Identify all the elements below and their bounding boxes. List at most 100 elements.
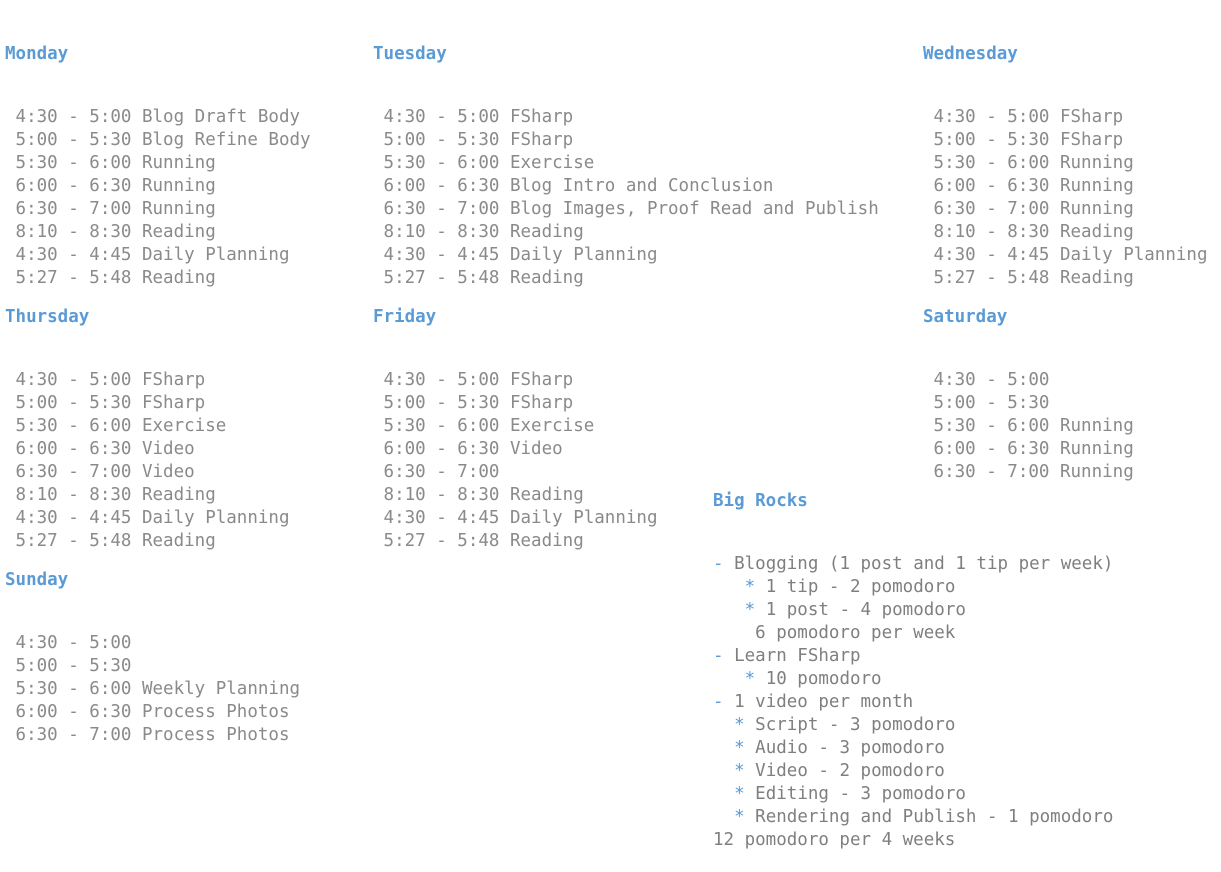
entry-time: 5:00 - 5:30: [5, 656, 132, 676]
entry-task: Daily Planning: [509, 508, 658, 528]
day-tuesday: Tuesday 4:30 - 5:00 FSharp 5:00 - 5:30 F…: [373, 3, 879, 310]
schedule-entry: 4:30 - 5:00 FSharp: [923, 106, 1208, 129]
entry-task: Reading: [509, 531, 584, 551]
entry-task: FSharp: [509, 130, 574, 150]
bullet-marker: *: [744, 577, 756, 597]
entry-time: 4:30 - 4:45: [923, 245, 1050, 265]
day-heading: Thursday: [5, 307, 90, 327]
bullet-marker: *: [744, 600, 756, 620]
schedule-entry: 5:27 - 5:48 Reading: [373, 530, 658, 553]
entry-task: Blog Draft Body: [141, 107, 301, 127]
entry-time: 6:30 - 7:00: [5, 462, 132, 482]
big-rocks-line: * Video - 2 pomodoro: [713, 760, 1113, 783]
entry-task: Reading: [509, 485, 584, 505]
entry-time: 6:30 - 7:00: [5, 199, 132, 219]
schedule-entry: 6:00 - 6:30 Video: [373, 438, 658, 461]
big-rocks-line: * Script - 3 pomodoro: [713, 714, 1113, 737]
schedule-entry: 8:10 - 8:30 Reading: [373, 221, 879, 244]
big-rocks-line: - 1 video per month: [713, 691, 1113, 714]
schedule-list: 4:30 - 5:00 FSharp 5:00 - 5:30 FSharp 5:…: [373, 106, 879, 290]
entry-task: Video: [141, 439, 195, 459]
entry-task: FSharp: [509, 393, 574, 413]
entry-time: 5:30 - 6:00: [5, 679, 132, 699]
big-rocks-line: - Blogging (1 post and 1 tip per week): [713, 553, 1113, 576]
day-heading: Sunday: [5, 570, 69, 590]
schedule-list: 4:30 - 5:00 Blog Draft Body 5:00 - 5:30 …: [5, 106, 311, 290]
entry-task: Blog Refine Body: [141, 130, 311, 150]
schedule-list: 4:30 - 5:00 FSharp 5:00 - 5:30 FSharp 5:…: [373, 369, 658, 553]
entry-time: 6:00 - 6:30: [5, 702, 132, 722]
big-rocks-line: * 1 post - 4 pomodoro: [713, 599, 1113, 622]
schedule-entry: 6:30 - 7:00 Running: [5, 198, 311, 221]
big-rocks-heading: Big Rocks: [713, 491, 808, 511]
bullet-marker: *: [744, 669, 756, 689]
big-rocks-line: 6 pomodoro per week: [713, 622, 1113, 645]
schedule-entry: 5:00 - 5:30 FSharp: [923, 129, 1208, 152]
schedule-entry: 6:30 - 7:00 Process Photos: [5, 724, 300, 747]
entry-time: 5:27 - 5:48: [373, 531, 500, 551]
line-text: Editing - 3 pomodoro: [755, 784, 966, 804]
big-rocks-line: * Rendering and Publish - 1 pomodoro: [713, 806, 1113, 829]
line-text: Video - 2 pomodoro: [755, 761, 945, 781]
line-text: 1 video per month: [734, 692, 914, 712]
entry-task: Running: [141, 153, 216, 173]
schedule-entry: 5:00 - 5:30 FSharp: [373, 129, 879, 152]
schedule-list: 4:30 - 5:00 5:00 - 5:30 5:30 - 6:00 Week…: [5, 632, 301, 747]
entry-task: Reading: [141, 222, 216, 242]
day-heading: Saturday: [923, 307, 1008, 327]
bullet-marker: *: [734, 715, 745, 735]
big-rocks-line: * Audio - 3 pomodoro: [713, 737, 1113, 760]
big-rocks-line: * 1 tip - 2 pomodoro: [713, 576, 1113, 599]
schedule-entry: 6:00 - 6:30 Running: [923, 175, 1208, 198]
entry-time: 5:00 - 5:30: [5, 130, 132, 150]
entry-task: FSharp: [1059, 130, 1124, 150]
schedule-entry: 8:10 - 8:30 Reading: [373, 484, 658, 507]
entry-time: 6:30 - 7:00: [373, 199, 500, 219]
line-text: Audio - 3 pomodoro: [755, 738, 945, 758]
bullet-marker: *: [734, 738, 745, 758]
schedule-entry: 6:30 - 7:00 Blog Images, Proof Read and …: [373, 198, 879, 221]
schedule-entry: 5:00 - 5:30: [923, 392, 1134, 415]
line-text: 6 pomodoro per week: [744, 623, 956, 643]
entry-time: 6:00 - 6:30: [373, 439, 500, 459]
entry-task: Blog Intro and Conclusion: [509, 176, 774, 196]
schedule-entry: 4:30 - 5:00 FSharp: [5, 369, 290, 392]
schedule-entry: 5:30 - 6:00 Running: [5, 152, 311, 175]
schedule-entry: 4:30 - 5:00: [5, 632, 300, 655]
entry-task: FSharp: [141, 370, 206, 390]
entry-task: Exercise: [509, 153, 595, 173]
entry-task: Exercise: [509, 416, 595, 436]
entry-time: 4:30 - 5:00: [5, 107, 132, 127]
entry-time: 5:00 - 5:30: [5, 393, 132, 413]
day-thursday: Thursday 4:30 - 5:00 FSharp 5:00 - 5:30 …: [5, 266, 290, 573]
entry-task: Daily Planning: [1059, 245, 1208, 265]
entry-task: Reading: [1059, 222, 1134, 242]
schedule-entry: 4:30 - 5:00 FSharp: [373, 106, 879, 129]
entry-task: Weekly Planning: [141, 679, 301, 699]
entry-task: Running: [1059, 199, 1134, 219]
line-text: 10 pomodoro: [765, 669, 882, 689]
schedule-entry: 8:10 - 8:30 Reading: [923, 221, 1208, 244]
entry-time: 4:30 - 5:00: [373, 370, 500, 390]
entry-task: Daily Planning: [141, 245, 290, 265]
schedule-entry: 6:00 - 6:30 Blog Intro and Conclusion: [373, 175, 879, 198]
schedule-entry: 8:10 - 8:30 Reading: [5, 484, 290, 507]
day-monday: Monday 4:30 - 5:00 Blog Draft Body 5:00 …: [5, 3, 311, 310]
entry-task: Daily Planning: [141, 508, 290, 528]
entry-time: 6:00 - 6:30: [5, 176, 132, 196]
bullet-marker: -: [713, 692, 724, 712]
entry-time: 8:10 - 8:30: [5, 222, 132, 242]
line-text: Learn FSharp: [734, 646, 861, 666]
entry-time: 5:00 - 5:30: [373, 130, 500, 150]
entry-task: Daily Planning: [509, 245, 658, 265]
entry-time: 4:30 - 5:00: [923, 107, 1050, 127]
entry-time: 4:30 - 4:45: [5, 245, 132, 265]
schedule-entry: 4:30 - 4:45 Daily Planning: [373, 507, 658, 530]
entry-task: Running: [1059, 416, 1134, 436]
entry-time: 4:30 - 5:00: [5, 633, 132, 653]
bullet-marker: *: [734, 761, 745, 781]
